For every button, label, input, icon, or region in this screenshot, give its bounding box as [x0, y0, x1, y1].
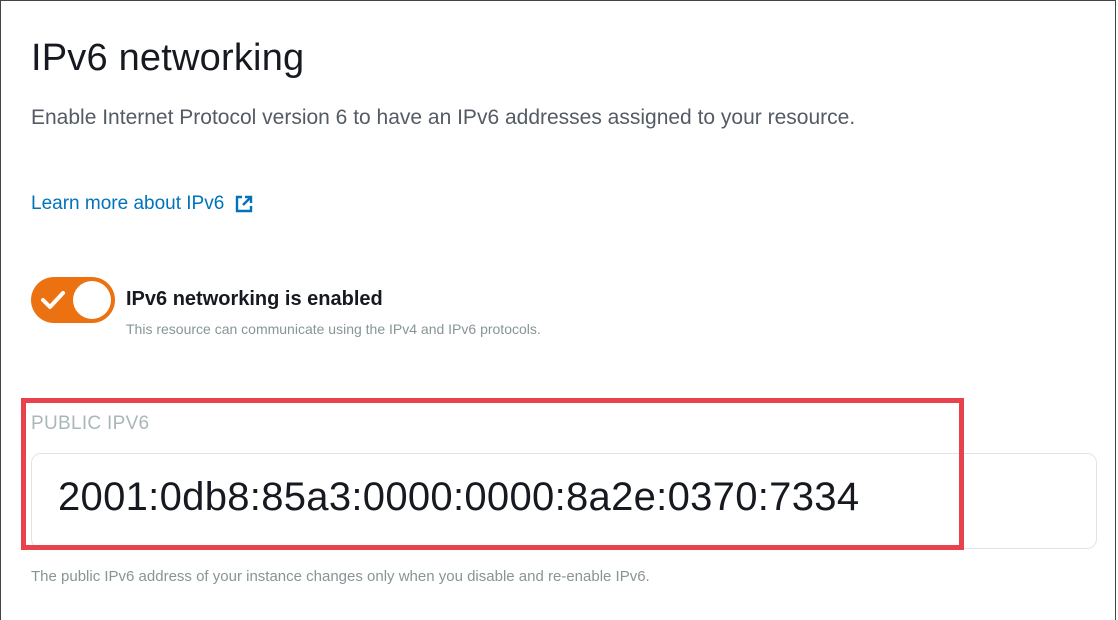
external-link-icon[interactable]	[234, 194, 254, 214]
ipv6-panel: IPv6 networking Enable Internet Protocol…	[0, 0, 1116, 620]
learn-more-link-label[interactable]: Learn more about IPv6	[31, 193, 224, 215]
panel-description: Enable Internet Protocol version 6 to ha…	[31, 106, 856, 129]
toggle-label: IPv6 networking is enabled	[126, 288, 383, 310]
toggle-sublabel: This resource can communicate using the …	[126, 321, 541, 337]
public-ipv6-value[interactable]: 2001:0db8:85a3:0000:0000:8a2e:0370:7334	[58, 475, 859, 520]
ipv6-toggle[interactable]	[31, 277, 115, 323]
learn-more-link[interactable]: Learn more about IPv6	[31, 193, 254, 215]
toggle-knob[interactable]	[73, 281, 111, 319]
public-ipv6-footnote: The public IPv6 address of your instance…	[31, 568, 650, 585]
panel-title: IPv6 networking	[31, 37, 305, 79]
checkmark-icon	[41, 291, 65, 309]
public-ipv6-label: PUBLIC IPV6	[31, 413, 150, 434]
